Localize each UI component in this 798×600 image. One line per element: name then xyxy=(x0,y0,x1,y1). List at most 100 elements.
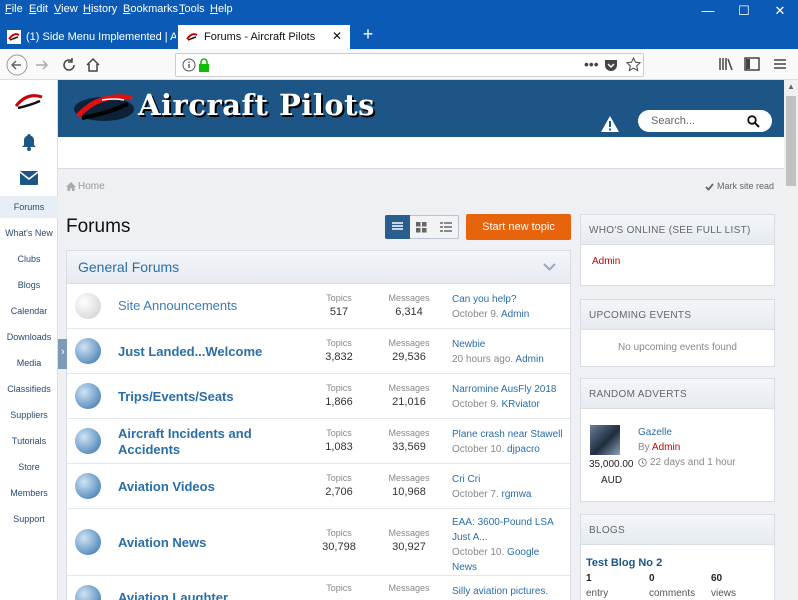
forum-title[interactable]: Aviation News xyxy=(118,535,206,551)
pocket-icon[interactable] xyxy=(604,58,618,72)
forum-row[interactable]: Just Landed...Welcome Topics 3,832 Messa… xyxy=(67,330,570,374)
grid-view-icon[interactable] xyxy=(416,222,427,233)
menu-tools[interactable]: Tools xyxy=(179,3,205,15)
last-post-title[interactable]: Silly aviation pictures. xyxy=(452,584,570,599)
menu-history[interactable]: History xyxy=(83,3,117,15)
last-post-title[interactable]: EAA: 3600-Pound LSA Just A... xyxy=(452,515,570,545)
new-tab-button[interactable]: + xyxy=(356,24,380,45)
sidebar-item-forums[interactable]: Forums xyxy=(0,202,58,212)
category-header[interactable]: General Forums xyxy=(67,251,570,284)
last-post-title[interactable]: Plane crash near Stawell xyxy=(452,427,570,442)
reload-icon[interactable] xyxy=(60,56,78,74)
messages-envelope-icon[interactable] xyxy=(20,171,38,185)
sidebar-item-classifieds[interactable]: Classifieds xyxy=(0,384,58,394)
sidebar-item-store[interactable]: Store xyxy=(0,462,58,472)
forum-title[interactable]: Aircraft Incidents and Accidents xyxy=(118,426,252,458)
minimize-button[interactable]: — xyxy=(690,0,726,23)
last-post-title[interactable]: Can you help? xyxy=(452,292,570,307)
library-icon[interactable] xyxy=(718,56,734,72)
list-view-button[interactable] xyxy=(385,215,410,239)
clock-icon xyxy=(638,458,647,467)
forum-title[interactable]: Aviation Videos xyxy=(118,479,215,495)
last-post-user[interactable]: Admin xyxy=(515,354,543,365)
last-post-user[interactable]: News xyxy=(452,560,570,575)
last-post-user[interactable]: rgmwa xyxy=(501,489,531,500)
forum-title[interactable]: Aviation Laughter xyxy=(118,590,228,600)
sidebar-toggle-icon[interactable] xyxy=(744,56,760,72)
back-icon[interactable] xyxy=(6,54,28,76)
forward-icon[interactable] xyxy=(33,56,51,74)
sidebar-item-tutorials[interactable]: Tutorials xyxy=(0,436,58,446)
url-bar[interactable]: ••• xyxy=(175,53,644,77)
forum-title[interactable]: Just Landed...Welcome xyxy=(118,344,262,360)
home-breadcrumb-icon[interactable] xyxy=(66,182,76,191)
bookmark-star-icon[interactable] xyxy=(626,57,641,72)
last-post-user[interactable]: Google xyxy=(507,547,539,558)
sidebar-item-blogs[interactable]: Blogs xyxy=(0,280,58,290)
panel-header: UPCOMING EVENTS xyxy=(581,300,774,330)
last-post-title[interactable]: Cri Cri xyxy=(452,472,570,487)
scroll-up-icon[interactable]: ▲ xyxy=(787,82,795,91)
home-icon[interactable] xyxy=(84,56,102,74)
aircraft-pilots-logo-icon[interactable] xyxy=(72,90,136,126)
sub-navigation-bar xyxy=(58,137,784,169)
site-logo-icon[interactable] xyxy=(13,92,45,112)
warning-icon[interactable] xyxy=(600,115,620,133)
hamburger-menu-icon[interactable] xyxy=(772,56,788,72)
sidebar-item-media[interactable]: Media xyxy=(0,358,58,368)
advert-thumbnail[interactable] xyxy=(590,425,620,455)
forum-row[interactable]: Site Announcements Topics 517 Messages 6… xyxy=(67,285,570,329)
last-post-user[interactable]: KRviator xyxy=(501,399,539,410)
sidebar-item-clubs[interactable]: Clubs xyxy=(0,254,58,264)
tab-side-menu[interactable]: (1) Side Menu Implemented | A xyxy=(0,25,176,49)
last-post-user[interactable]: Admin xyxy=(501,309,529,320)
forum-row[interactable]: Aviation Laughter Topics Messages Silly … xyxy=(67,577,570,600)
last-post-title[interactable]: Newbie xyxy=(452,337,570,352)
last-post-title[interactable]: Narromine AusFly 2018 xyxy=(452,382,570,397)
chevron-down-icon[interactable] xyxy=(543,263,556,272)
scrollbar-thumb[interactable] xyxy=(786,96,796,186)
menu-edit[interactable]: Edit xyxy=(29,3,48,15)
forum-row[interactable]: Aircraft Incidents and Accidents Topics 1… xyxy=(67,420,570,464)
close-button[interactable]: ✕ xyxy=(762,0,798,23)
search-icon[interactable] xyxy=(747,115,760,128)
notifications-bell-icon[interactable] xyxy=(20,133,38,151)
last-post: Newbie 20 hours ago. Admin xyxy=(452,337,570,367)
start-new-topic-button[interactable]: Start new topic xyxy=(466,214,571,240)
menu-view[interactable]: View xyxy=(54,3,78,15)
tab-strip: (1) Side Menu Implemented | A Forums - A… xyxy=(0,23,798,49)
last-post-user[interactable]: djpacro xyxy=(507,444,540,455)
site-title[interactable]: Aircraft Pilots xyxy=(138,88,375,122)
sidebar-item-calendar[interactable]: Calendar xyxy=(0,306,58,316)
category-title[interactable]: General Forums xyxy=(78,259,179,275)
info-icon[interactable] xyxy=(182,58,196,72)
fluid-view-icon[interactable] xyxy=(440,222,452,232)
sidebar-item-support[interactable]: Support xyxy=(0,514,58,524)
forum-title[interactable]: Trips/Events/Seats xyxy=(118,389,234,405)
advert-author[interactable]: Admin xyxy=(652,442,680,453)
menu-bookmarks[interactable]: Bookmarks xyxy=(123,3,178,15)
lock-icon xyxy=(199,58,209,72)
forum-row[interactable]: Trips/Events/Seats Topics 1,866 Messages… xyxy=(67,375,570,419)
last-post: Narromine AusFly 2018 October 9. KRviato… xyxy=(452,382,570,412)
sidebar-item-downloads[interactable]: Downloads xyxy=(0,332,58,342)
forum-row[interactable]: Aviation News Topics 30,798 Messages 30,… xyxy=(67,510,570,576)
search-input[interactable]: Search... xyxy=(638,110,772,132)
blog-title[interactable]: Test Blog No 2 xyxy=(586,557,662,569)
breadcrumb-home[interactable]: Home xyxy=(78,181,105,192)
tab-forums[interactable]: Forums - Aircraft Pilots ✕ xyxy=(178,25,350,49)
panel-header[interactable]: WHO'S ONLINE (SEE FULL LIST) xyxy=(581,215,774,245)
close-tab-icon[interactable]: ✕ xyxy=(332,29,342,43)
forum-row[interactable]: Aviation Videos Topics 2,706 Messages 10… xyxy=(67,465,570,509)
sidebar-item-members[interactable]: Members xyxy=(0,488,58,498)
forum-title[interactable]: Site Announcements xyxy=(118,298,237,314)
maximize-button[interactable]: ☐ xyxy=(726,0,762,23)
menu-file[interactable]: File xyxy=(5,3,23,15)
sidebar-item-suppliers[interactable]: Suppliers xyxy=(0,410,58,420)
online-user[interactable]: Admin xyxy=(581,245,774,278)
advert-title[interactable]: Gazelle xyxy=(638,427,672,438)
page-actions-icon[interactable]: ••• xyxy=(584,56,599,72)
menu-help[interactable]: Help xyxy=(210,3,233,15)
mark-site-read-link[interactable]: Mark site read xyxy=(717,181,774,191)
sidebar-item-whats-new[interactable]: What's New xyxy=(0,228,58,238)
